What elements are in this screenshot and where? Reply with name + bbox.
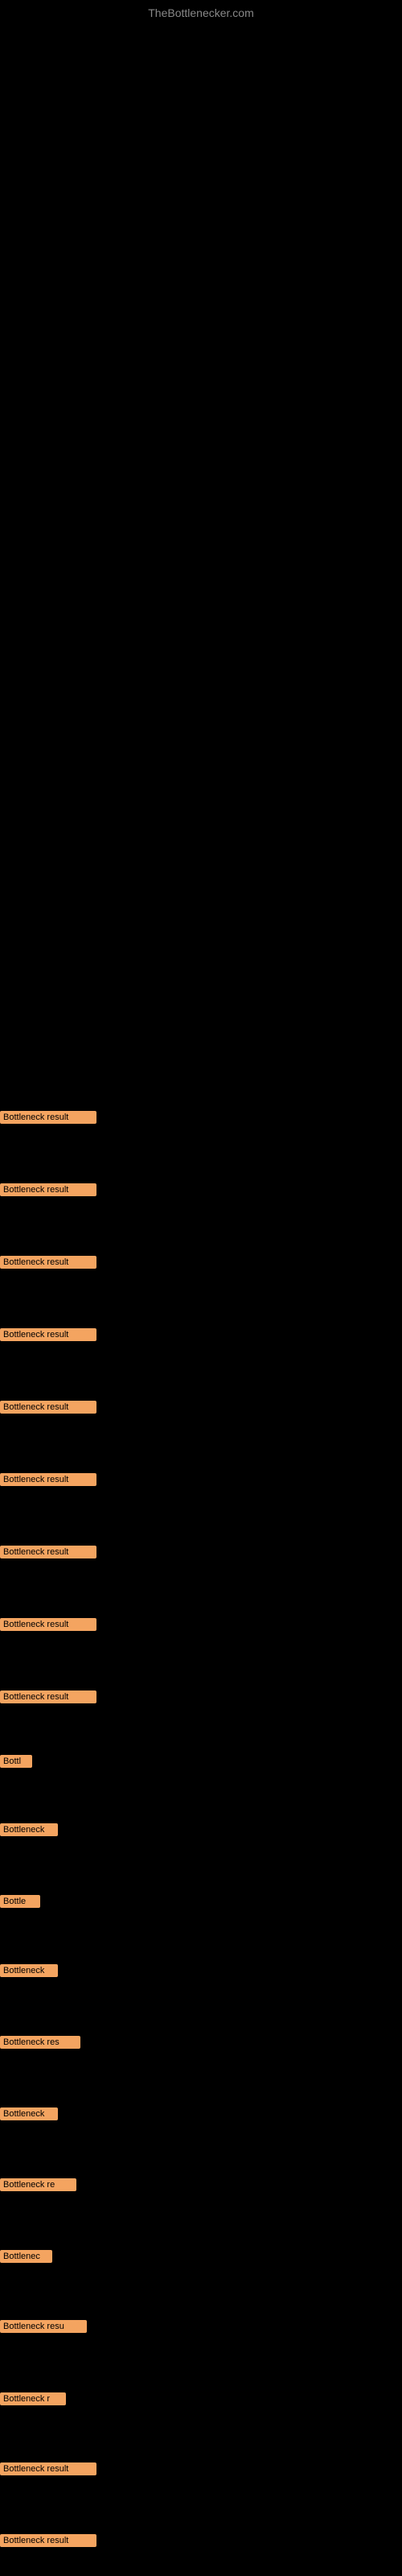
bottleneck-result-item[interactable]: Bottleneck result — [0, 1111, 96, 1124]
bottleneck-result-item[interactable]: Bottleneck r — [0, 2392, 66, 2405]
bottleneck-result-item[interactable]: Bottleneck result — [0, 1690, 96, 1703]
bottleneck-result-item[interactable]: Bottleneck result — [0, 1256, 96, 1269]
bottleneck-result-item[interactable]: Bottl — [0, 1755, 32, 1768]
bottleneck-result-item[interactable]: Bottleneck result — [0, 1401, 96, 1414]
bottleneck-result-item[interactable]: Bottlenec — [0, 2250, 52, 2263]
bottleneck-result-item[interactable]: Bottleneck resu — [0, 2320, 87, 2333]
bottleneck-result-item[interactable]: Bottleneck re — [0, 2178, 76, 2191]
bottleneck-result-item[interactable]: Bottleneck result — [0, 1473, 96, 1486]
bottleneck-result-item[interactable]: Bottleneck — [0, 2107, 58, 2120]
bottleneck-result-item[interactable]: Bottleneck result — [0, 1328, 96, 1341]
bottleneck-result-item[interactable]: Bottleneck res — [0, 2036, 80, 2049]
bottleneck-result-item[interactable]: Bottleneck result — [0, 1618, 96, 1631]
bottleneck-result-item[interactable]: Bottle — [0, 1895, 40, 1908]
site-title: TheBottlenecker.com — [148, 6, 254, 19]
bottleneck-result-item[interactable]: Bottleneck — [0, 1823, 58, 1836]
bottleneck-result-item[interactable]: Bottleneck result — [0, 1546, 96, 1558]
bottleneck-result-item[interactable]: Bottleneck result — [0, 2534, 96, 2547]
bottleneck-result-item[interactable]: Bottleneck result — [0, 1183, 96, 1196]
bottleneck-result-item[interactable]: Bottleneck — [0, 1964, 58, 1977]
bottleneck-result-item[interactable]: Bottleneck result — [0, 2462, 96, 2475]
